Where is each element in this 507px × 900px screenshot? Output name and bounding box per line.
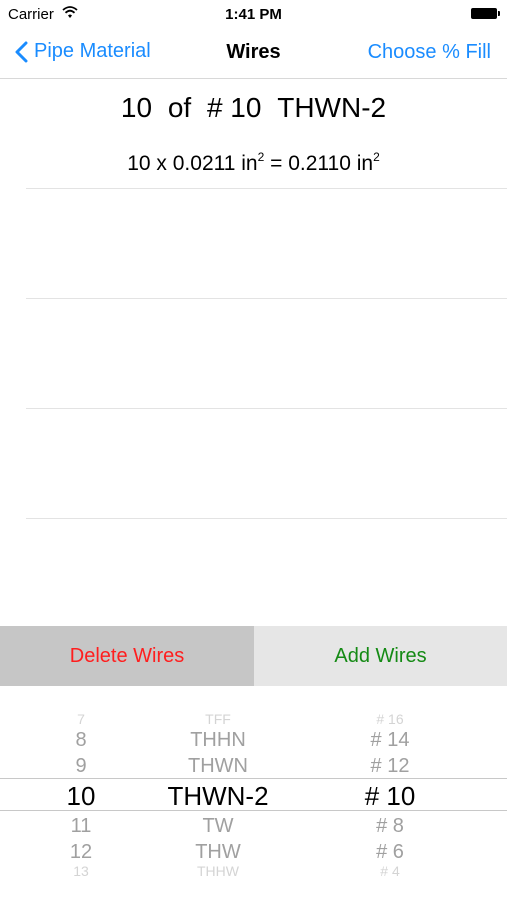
count-option[interactable]: 11	[40, 816, 122, 836]
clock: 1:41 PM	[225, 6, 282, 23]
size-option[interactable]: # 12	[330, 756, 450, 776]
size-option[interactable]: # 4	[330, 864, 450, 878]
wire-count: 10	[120, 92, 153, 123]
type-option[interactable]: TFF	[130, 712, 306, 726]
list-divider	[26, 298, 507, 299]
delete-wires-button[interactable]: Delete Wires	[0, 626, 254, 686]
calc-lhs: 10 x 0.0211 in	[127, 152, 258, 175]
type-option[interactable]: THW	[130, 842, 306, 862]
back-button-label: Pipe Material	[34, 40, 151, 62]
count-option[interactable]: 13	[40, 864, 122, 878]
count-picker-column[interactable]: 7 8 9 10 11 12 13	[40, 686, 122, 900]
type-option[interactable]: THHN	[130, 730, 306, 750]
size-picker-column[interactable]: # 16 # 14 # 12 # 10 # 8 # 6 # 4	[330, 686, 450, 900]
type-picker-column[interactable]: TFF THHN THWN THWN-2 TW THW THHW	[130, 686, 306, 900]
of-label: of	[167, 92, 192, 123]
area-calculation: 10 x 0.0211 in2 = 0.2110 in2	[0, 150, 507, 176]
navigation-bar: Pipe Material Wires Choose % Fill	[0, 28, 507, 79]
add-wires-button[interactable]: Add Wires	[254, 626, 507, 686]
wire-type: THWN-2	[277, 92, 387, 123]
list-divider	[26, 518, 507, 519]
wire-size: # 10	[206, 92, 262, 123]
back-button[interactable]: Pipe Material	[14, 40, 151, 63]
size-option[interactable]: # 14	[330, 730, 450, 750]
size-option[interactable]: # 6	[330, 842, 450, 862]
calc-exp-2: 2	[373, 150, 380, 164]
type-option[interactable]: TW	[130, 816, 306, 836]
count-option[interactable]: 9	[40, 756, 122, 776]
size-option-selected[interactable]: # 10	[330, 783, 450, 809]
wire-picker[interactable]: 7 8 9 10 11 12 13 TFF THHN THWN THWN-2 T…	[0, 686, 507, 900]
wire-summary: 10 of # 10 THWN-2	[0, 92, 507, 124]
type-option[interactable]: THWN	[130, 756, 306, 776]
chevron-left-icon	[15, 41, 28, 62]
type-option[interactable]: THHW	[130, 864, 306, 878]
count-option[interactable]: 12	[40, 842, 122, 862]
calc-rhs: = 0.2110 in	[264, 152, 374, 175]
count-option[interactable]: 8	[40, 730, 122, 750]
size-option[interactable]: # 16	[330, 712, 450, 726]
type-option-selected[interactable]: THWN-2	[130, 783, 306, 809]
list-divider	[26, 408, 507, 409]
count-option-selected[interactable]: 10	[40, 783, 122, 809]
battery-icon	[471, 8, 500, 19]
choose-fill-button[interactable]: Choose % Fill	[368, 41, 491, 64]
status-bar: Carrier 1:41 PM	[0, 0, 507, 28]
list-divider	[26, 188, 507, 189]
size-option[interactable]: # 8	[330, 816, 450, 836]
count-option[interactable]: 7	[40, 712, 122, 726]
